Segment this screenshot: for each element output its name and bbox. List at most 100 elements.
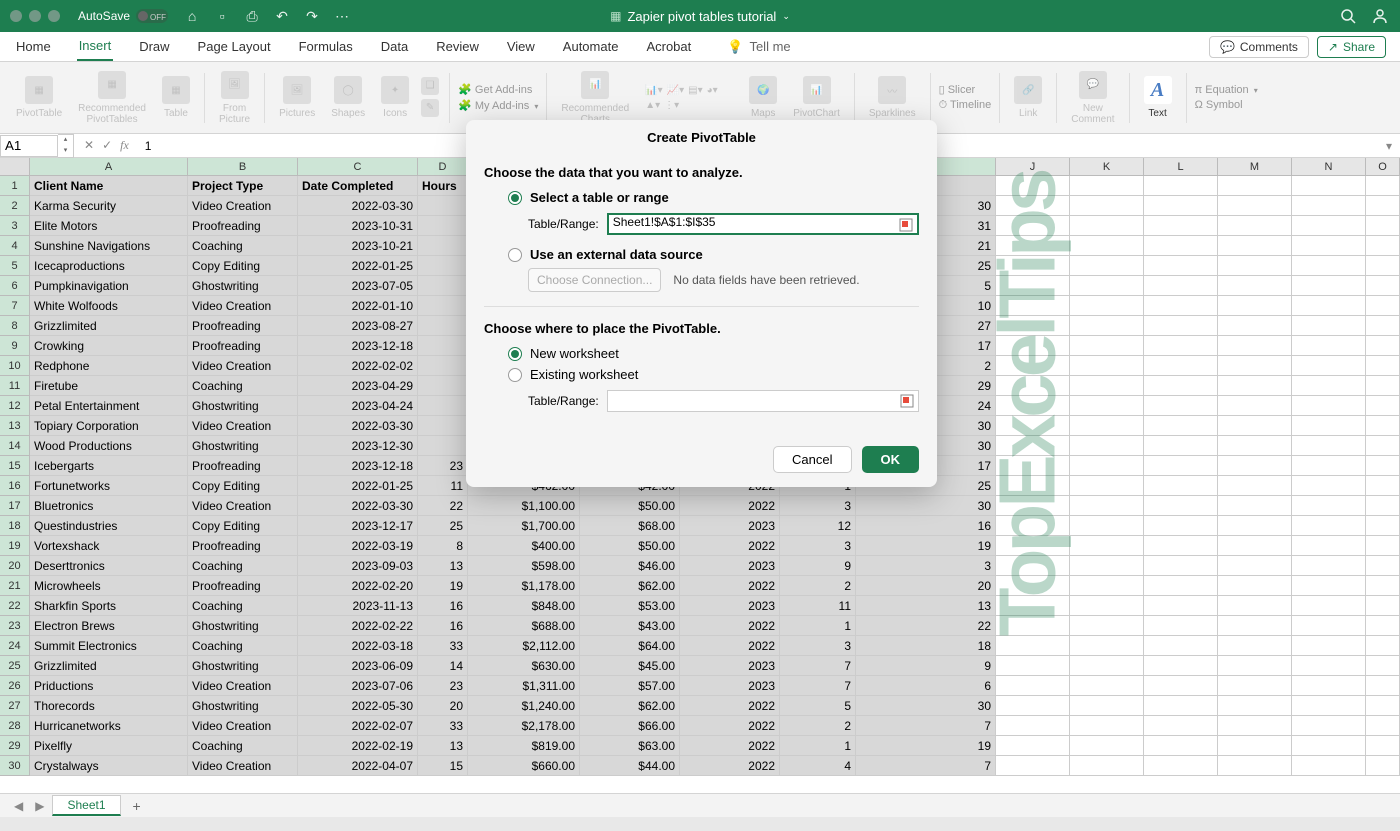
- cell[interactable]: [1218, 536, 1292, 556]
- row-header[interactable]: 21: [0, 576, 30, 596]
- sheet-tab-sheet1[interactable]: Sheet1: [52, 795, 120, 816]
- cell[interactable]: [1144, 596, 1218, 616]
- cell[interactable]: [1144, 356, 1218, 376]
- cell[interactable]: [1070, 276, 1144, 296]
- row-header[interactable]: 28: [0, 716, 30, 736]
- cell[interactable]: Ghostwriting: [188, 276, 298, 296]
- cell[interactable]: Crowking: [30, 336, 188, 356]
- cell[interactable]: $1,100.00: [468, 496, 580, 516]
- row-header[interactable]: 2: [0, 196, 30, 216]
- cell[interactable]: [1366, 256, 1400, 276]
- cell[interactable]: 33: [418, 636, 468, 656]
- cell[interactable]: Questindustries: [30, 516, 188, 536]
- cell[interactable]: [1366, 676, 1400, 696]
- cell[interactable]: [1070, 396, 1144, 416]
- cell[interactable]: 2022-01-25: [298, 476, 418, 496]
- my-addins[interactable]: 🧩 My Add-ins ▾: [458, 99, 538, 112]
- cell[interactable]: [1218, 496, 1292, 516]
- cell[interactable]: 7: [856, 716, 996, 736]
- cell[interactable]: 2022-04-07: [298, 756, 418, 776]
- home-icon[interactable]: ⌂: [184, 8, 200, 24]
- cell[interactable]: [418, 356, 468, 376]
- row-header[interactable]: 26: [0, 676, 30, 696]
- cell[interactable]: [1218, 376, 1292, 396]
- maximize-window-icon[interactable]: [48, 10, 60, 22]
- cell[interactable]: [418, 336, 468, 356]
- cell[interactable]: Coaching: [188, 376, 298, 396]
- cell[interactable]: [1292, 516, 1366, 536]
- cell[interactable]: $819.00: [468, 736, 580, 756]
- cell[interactable]: [1144, 756, 1218, 776]
- cell[interactable]: 2022: [680, 616, 780, 636]
- column-header-J[interactable]: J: [996, 158, 1070, 176]
- cell[interactable]: 19: [856, 736, 996, 756]
- column-header-D[interactable]: D: [418, 158, 468, 176]
- cell[interactable]: [1366, 636, 1400, 656]
- cell[interactable]: 2022: [680, 696, 780, 716]
- ribbon-recommended-charts[interactable]: 📊Recommended Charts: [555, 71, 635, 125]
- equation-button[interactable]: π Equation ▾: [1195, 84, 1258, 96]
- cell[interactable]: $688.00: [468, 616, 580, 636]
- ribbon-pictures[interactable]: 🖼Pictures: [273, 76, 321, 119]
- row-header[interactable]: 11: [0, 376, 30, 396]
- comments-button[interactable]: 💬 Comments: [1209, 36, 1309, 58]
- cell[interactable]: [1218, 716, 1292, 736]
- collapse-location-icon[interactable]: [898, 392, 916, 410]
- ribbon-link[interactable]: 🔗Link: [1008, 76, 1048, 119]
- cell[interactable]: [996, 676, 1070, 696]
- cell[interactable]: [1366, 196, 1400, 216]
- cell[interactable]: $1,311.00: [468, 676, 580, 696]
- cell[interactable]: $2,178.00: [468, 716, 580, 736]
- cell[interactable]: [996, 496, 1070, 516]
- cell[interactable]: Elite Motors: [30, 216, 188, 236]
- cell[interactable]: 30: [856, 496, 996, 516]
- fx-icon[interactable]: fx: [120, 138, 129, 153]
- cell[interactable]: Copy Editing: [188, 256, 298, 276]
- cell[interactable]: [418, 436, 468, 456]
- cell[interactable]: [1070, 496, 1144, 516]
- row-header[interactable]: 8: [0, 316, 30, 336]
- cell[interactable]: 2023-04-29: [298, 376, 418, 396]
- cell[interactable]: 2023-07-05: [298, 276, 418, 296]
- cell[interactable]: [1292, 356, 1366, 376]
- radio-new-worksheet[interactable]: [508, 347, 522, 361]
- cell[interactable]: [996, 556, 1070, 576]
- cell[interactable]: Copy Editing: [188, 476, 298, 496]
- cell[interactable]: $45.00: [580, 656, 680, 676]
- cell[interactable]: [1144, 236, 1218, 256]
- cell[interactable]: 13: [856, 596, 996, 616]
- cell[interactable]: [996, 596, 1070, 616]
- option-external-source[interactable]: Use an external data source: [508, 247, 919, 262]
- cell[interactable]: Ghostwriting: [188, 656, 298, 676]
- cell[interactable]: Thorecords: [30, 696, 188, 716]
- cell[interactable]: Hours: [418, 176, 468, 196]
- cell[interactable]: [996, 656, 1070, 676]
- cell[interactable]: 2022-01-10: [298, 296, 418, 316]
- tab-home[interactable]: Home: [14, 33, 53, 60]
- undo-icon[interactable]: ↶: [274, 8, 290, 24]
- user-icon[interactable]: [1372, 8, 1388, 24]
- cell[interactable]: [1070, 716, 1144, 736]
- cell[interactable]: [1292, 716, 1366, 736]
- cell[interactable]: [1292, 276, 1366, 296]
- slicer-button[interactable]: ▯ Slicer: [939, 83, 992, 96]
- share-button[interactable]: ↗ Share: [1317, 36, 1386, 58]
- cell[interactable]: [1366, 556, 1400, 576]
- cell[interactable]: $53.00: [580, 596, 680, 616]
- cell[interactable]: [1070, 536, 1144, 556]
- cell[interactable]: [1218, 736, 1292, 756]
- cell[interactable]: $660.00: [468, 756, 580, 776]
- cell[interactable]: $1,700.00: [468, 516, 580, 536]
- cell[interactable]: [1070, 676, 1144, 696]
- cell[interactable]: [996, 716, 1070, 736]
- cell[interactable]: Ghostwriting: [188, 696, 298, 716]
- confirm-formula-icon[interactable]: ✓: [102, 138, 112, 153]
- cell[interactable]: 2022-03-19: [298, 536, 418, 556]
- cell[interactable]: 2: [780, 576, 856, 596]
- column-header-N[interactable]: N: [1292, 158, 1366, 176]
- cell[interactable]: 19: [856, 536, 996, 556]
- row-header[interactable]: 10: [0, 356, 30, 376]
- cell[interactable]: [1292, 576, 1366, 596]
- cell[interactable]: Grizzlimited: [30, 316, 188, 336]
- cell[interactable]: $62.00: [580, 576, 680, 596]
